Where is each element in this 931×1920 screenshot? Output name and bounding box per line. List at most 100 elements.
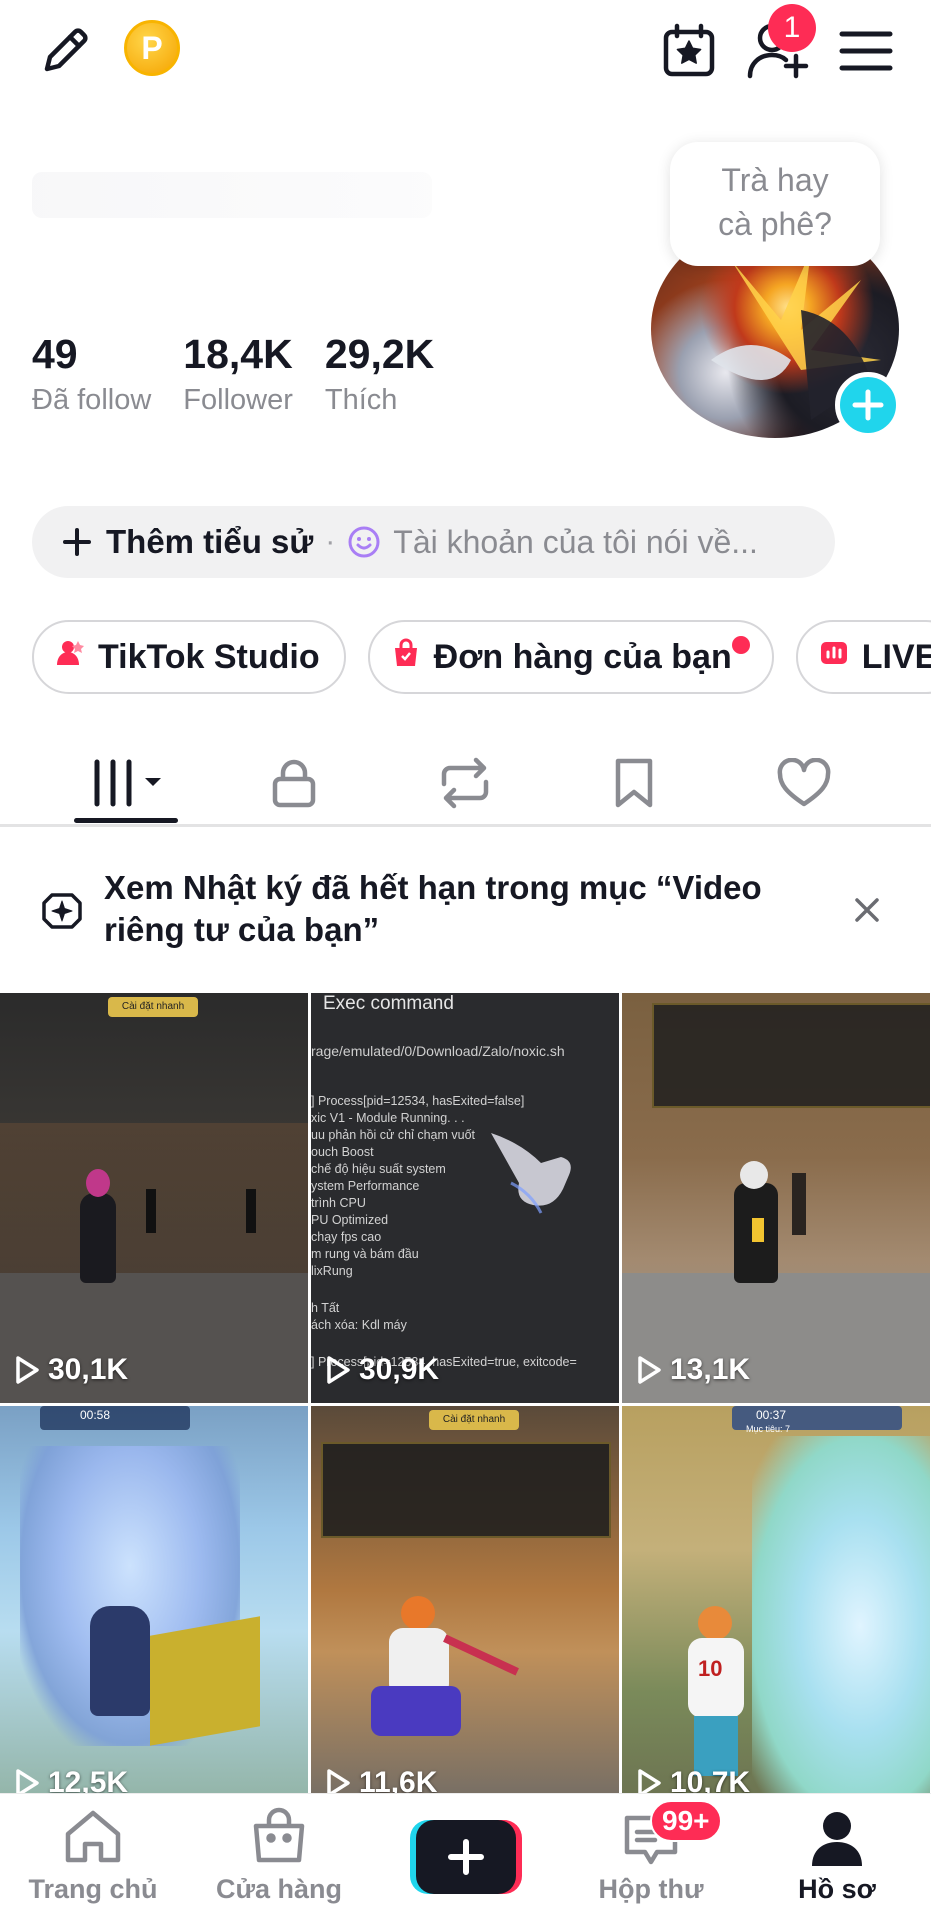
hud-button: Cài đặt nhanh	[429, 1410, 519, 1430]
play-icon	[16, 1356, 39, 1384]
view-count-text: 13,1K	[670, 1353, 751, 1386]
shortcut-chips: TikTok Studio Đơn hàng của bạn LIVE	[32, 620, 931, 694]
grid-icon	[92, 759, 161, 807]
bubble-text-line2: cà phê?	[718, 206, 832, 242]
likes-label: Thích	[324, 384, 398, 416]
bio-bar[interactable]: Thêm tiểu sử · Tài khoản của tôi nói về.…	[32, 506, 835, 578]
close-icon[interactable]	[852, 895, 882, 925]
notification-count: 1	[783, 11, 801, 44]
status-bubble[interactable]: Trà hay cà phê?	[670, 142, 880, 266]
view-count: 11,6K	[325, 1766, 437, 1793]
shopping-bag-icon	[390, 637, 422, 678]
nav-home-label: Trang chủ	[28, 1874, 158, 1904]
calendar-star-icon[interactable]	[656, 18, 722, 84]
bio-placeholder[interactable]: Tài khoản của tôi nói về...	[393, 524, 758, 561]
nav-inbox-label: Hộp thư	[598, 1874, 704, 1904]
bookmark-icon	[615, 758, 653, 808]
video-tile[interactable]: 13,1K	[622, 993, 930, 1403]
tab-saved[interactable]	[594, 740, 674, 826]
view-count-text: 30,9K	[359, 1353, 440, 1386]
chip-label: LIVE	[861, 637, 931, 676]
tab-reposts[interactable]	[425, 740, 505, 826]
notification-badge: 1	[768, 4, 816, 52]
plus-icon	[63, 528, 91, 556]
chip-orders[interactable]: Đơn hàng của bạn	[367, 620, 774, 694]
home-icon	[65, 1810, 121, 1863]
profile-icon	[812, 1812, 862, 1866]
repost-icon	[441, 757, 489, 809]
chip-label: TikTok Studio	[98, 637, 320, 676]
notice-text: Xem Nhật ký đã hết hạn trong mục “Video …	[104, 869, 762, 948]
match-timer: 00:58	[80, 1408, 111, 1422]
view-count: 12,5K	[14, 1766, 128, 1793]
top-bar: P 1	[0, 0, 931, 100]
exec-line: chạy fps cao	[311, 1230, 382, 1244]
exec-line: ách xóa: Kdl máy	[311, 1318, 407, 1332]
play-icon	[16, 1769, 39, 1793]
exec-line: m rung và bám đầu	[311, 1247, 419, 1261]
chip-label: Đơn hàng của bạn	[433, 637, 732, 676]
tab-private[interactable]	[254, 740, 334, 826]
chip-tiktok-studio[interactable]: TikTok Studio	[32, 620, 346, 694]
play-icon	[327, 1356, 350, 1384]
profile-screen: P 1 49 Đã follow 18,4K Follower 29,2K Th…	[0, 0, 931, 1920]
profile-stats: 49 Đã follow 18,4K Follower 29,2K Thích	[32, 330, 466, 420]
view-count-text: 12,5K	[48, 1766, 129, 1793]
nav-shop[interactable]: Cửa hàng	[186, 1794, 372, 1920]
lock-icon	[272, 759, 316, 808]
inbox-badge-count: 99+	[662, 1805, 710, 1836]
nav-home[interactable]: Trang chủ	[0, 1794, 186, 1920]
view-count: 10,7K	[636, 1766, 750, 1793]
bottom-navigation: Trang chủ Cửa hàng Hộp thư 99+ Hồ sơ	[0, 1793, 931, 1920]
create-button[interactable]	[410, 1820, 522, 1894]
bio-separator: ·	[325, 525, 336, 558]
followers-count: 18,4K	[183, 331, 293, 377]
heart-icon	[777, 758, 831, 807]
exec-line: ] Process[pid=12534, hasExited=false]	[311, 1094, 525, 1108]
exec-path: rage/emulated/0/Download/Zalo/noxic.sh	[311, 1043, 565, 1059]
add-avatar-button[interactable]	[835, 372, 901, 438]
nav-profile[interactable]: Hồ sơ	[744, 1794, 930, 1920]
match-objective: Mục tiêu: 7	[746, 1424, 791, 1434]
sparkle-icon	[42, 893, 82, 929]
view-count: 13,1K	[636, 1353, 750, 1387]
nav-shop-label: Cửa hàng	[215, 1874, 343, 1904]
inbox-badge: 99+	[650, 1800, 722, 1842]
stat-likes[interactable]: 29,2K Thích	[325, 330, 434, 420]
view-count-text: 30,1K	[48, 1353, 129, 1386]
video-tile[interactable]: Cài đặt nhanh 11,6K	[311, 1406, 619, 1793]
stat-following[interactable]: 49 Đã follow	[32, 330, 151, 420]
expired-journal-notice[interactable]: Xem Nhật ký đã hết hạn trong mục “Video …	[0, 827, 931, 993]
profile-tabs	[0, 740, 931, 826]
smiley-icon	[348, 526, 380, 558]
active-tab-indicator	[74, 818, 178, 823]
exec-line: lixRung	[311, 1264, 353, 1278]
following-count: 49	[32, 331, 78, 377]
hud-button: Cài đặt nhanh	[108, 997, 198, 1017]
shop-bag-icon	[253, 1807, 305, 1863]
chip-live[interactable]: LIVE	[795, 620, 931, 694]
video-grid: Cài đặt nhanh 30,1K Exec command rage/em…	[0, 993, 931, 1793]
play-icon	[638, 1769, 661, 1793]
video-tile[interactable]: Cài đặt nhanh 30,1K	[0, 993, 308, 1403]
coin-letter: P	[141, 29, 163, 66]
add-bio-label[interactable]: Thêm tiểu sử	[106, 523, 313, 561]
studio-icon	[54, 637, 86, 678]
tab-videos[interactable]	[74, 740, 184, 826]
view-count-text: 10,7K	[670, 1766, 751, 1793]
video-tile[interactable]: Exec command rage/emulated/0/Download/Za…	[311, 993, 619, 1403]
likes-count: 29,2K	[324, 331, 435, 377]
video-tile[interactable]: 00:37 Mục tiêu: 7 10 10,7K	[622, 1406, 930, 1793]
chip-notification-dot	[731, 636, 750, 654]
following-label: Đã follow	[32, 384, 152, 416]
video-tile[interactable]: 00:58 12,5K	[0, 1406, 308, 1793]
tab-liked[interactable]	[764, 740, 844, 826]
match-timer: 00:37	[756, 1408, 787, 1422]
stat-followers[interactable]: 18,4K Follower	[183, 330, 293, 420]
view-count: 30,9K	[325, 1353, 439, 1387]
coin-icon[interactable]: P	[124, 20, 180, 76]
view-count: 30,1K	[14, 1353, 128, 1387]
menu-icon[interactable]	[836, 22, 896, 80]
edit-pencil-icon[interactable]	[30, 20, 100, 82]
play-icon	[638, 1356, 661, 1384]
